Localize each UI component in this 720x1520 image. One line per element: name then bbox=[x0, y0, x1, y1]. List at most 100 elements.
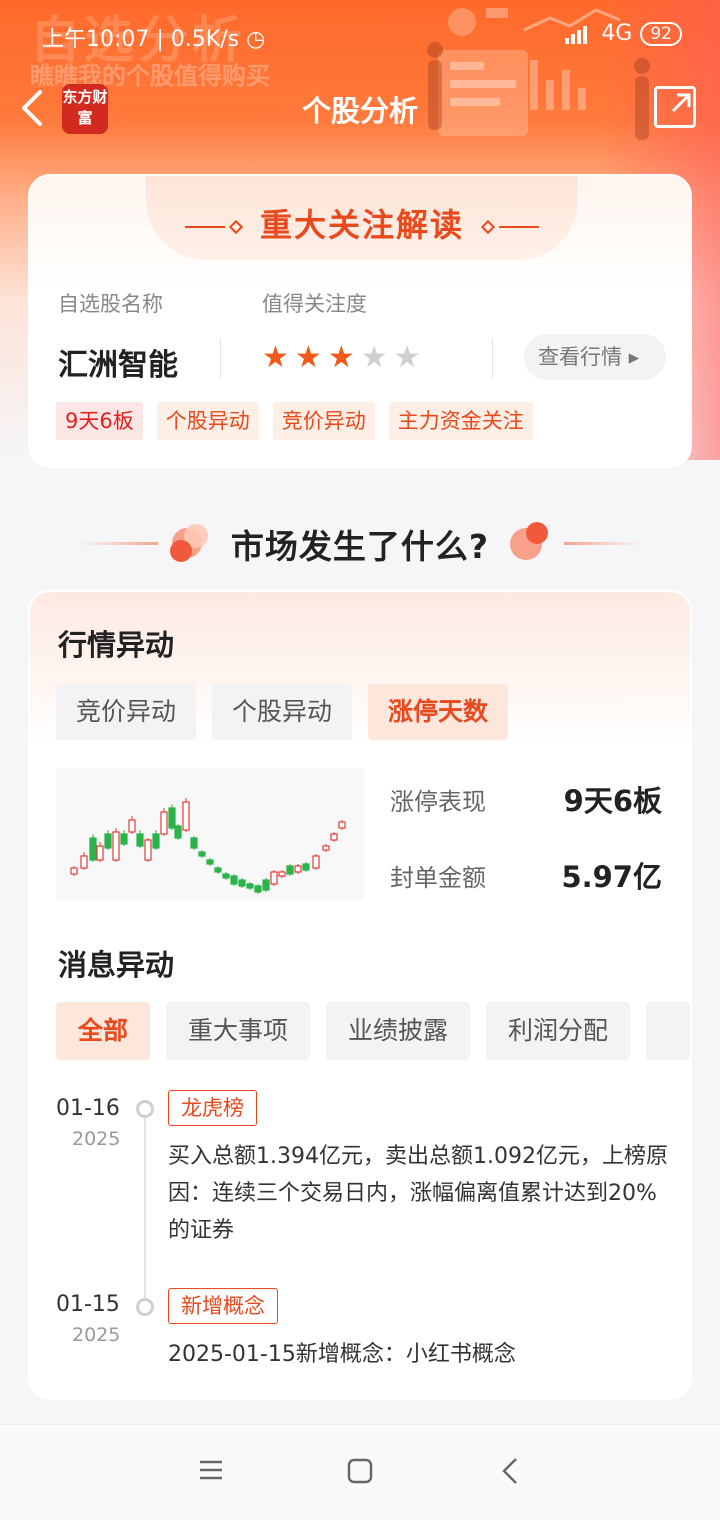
market-card: 行情异动 竞价异动 个股异动 涨停天数 涨停表现 9天6板 封单金额 5.97亿 消… bbox=[28, 590, 692, 1400]
focus-tags: 9天6板 个股异动 竞价异动 主力资金关注 bbox=[56, 402, 533, 440]
candle-body bbox=[182, 801, 190, 831]
menu-icon[interactable] bbox=[198, 1457, 224, 1483]
focus-title-wrap: 重大关注解读 bbox=[30, 200, 694, 246]
seal-label: 封单金额 bbox=[390, 864, 486, 892]
system-nav-bar bbox=[0, 1424, 720, 1520]
stock-name-label: 自选股名称 bbox=[58, 292, 163, 316]
heading-deco-line bbox=[564, 542, 642, 545]
candle-body bbox=[312, 855, 320, 869]
candle-body bbox=[330, 833, 338, 841]
timeline-dot bbox=[136, 1100, 154, 1118]
candle-body bbox=[278, 871, 286, 877]
candle-body bbox=[96, 845, 104, 861]
candle-body bbox=[322, 845, 330, 851]
focus-card: 重大关注解读 自选股名称 值得关注度 汇洲智能 ★ ★ ★ ★ ★ 查看行情 ▸ 9天6… bbox=[28, 174, 692, 468]
nav-bar: 东方财富 个股分析 bbox=[0, 78, 720, 142]
news-tab-3[interactable]: 利润分配 bbox=[486, 1002, 631, 1060]
share-icon bbox=[671, 93, 691, 113]
star-filled-icon: ★ bbox=[294, 340, 322, 375]
news-tab-1[interactable]: 重大事项 bbox=[166, 1002, 311, 1060]
section-heading: 市场发生了什么? bbox=[0, 514, 720, 574]
focus-tag[interactable]: 主力资金关注 bbox=[388, 402, 533, 440]
status-bar: 上午10:07 | 0.5K/s ◷ 4G 92 bbox=[0, 18, 720, 54]
candle-body bbox=[206, 859, 214, 865]
share-button[interactable] bbox=[654, 86, 696, 128]
status-right: 4G 92 bbox=[565, 21, 682, 46]
news-tag[interactable]: 新增概念 bbox=[168, 1288, 278, 1324]
candlestick-chart bbox=[56, 768, 364, 900]
page-title: 个股分析 bbox=[301, 94, 418, 128]
stock-name[interactable]: 汇洲智能 bbox=[58, 340, 178, 384]
candle-body bbox=[198, 851, 206, 857]
limit-value: 9天6板 bbox=[563, 784, 662, 818]
candle-body bbox=[174, 825, 182, 839]
market-tab-1[interactable]: 个股异动 bbox=[212, 684, 353, 740]
signal-icon bbox=[565, 25, 588, 44]
news-tab-0[interactable]: 全部 bbox=[56, 1002, 151, 1060]
candle-body bbox=[89, 837, 97, 861]
candle-body bbox=[222, 873, 230, 879]
news-date: 01-16 bbox=[56, 1096, 120, 1121]
title-deco-diamond bbox=[228, 219, 243, 235]
candle-body bbox=[104, 833, 112, 849]
candle-body bbox=[262, 879, 270, 891]
focus-tag[interactable]: 竞价异动 bbox=[272, 402, 375, 440]
candle-body bbox=[286, 865, 294, 875]
candle-body bbox=[294, 865, 302, 873]
back-nav-icon[interactable] bbox=[500, 1457, 520, 1485]
title-deco-line bbox=[184, 226, 225, 228]
news-tabs: 全部 重大事项 业绩披露 利润分配 bbox=[56, 1002, 692, 1060]
candle-body bbox=[230, 875, 238, 885]
battery-icon: 92 bbox=[640, 21, 682, 46]
attention-label: 值得关注度 bbox=[262, 292, 367, 316]
news-text[interactable]: 买入总额1.394亿元，卖出总额1.092亿元，上榜原因：连续三个交易日内，涨幅… bbox=[168, 1138, 668, 1249]
candle-body bbox=[246, 883, 254, 889]
limit-label: 涨停表现 bbox=[390, 788, 486, 816]
view-quote-button[interactable]: 查看行情 ▸ bbox=[524, 334, 666, 380]
home-icon[interactable] bbox=[346, 1457, 374, 1485]
candle-body bbox=[190, 837, 198, 849]
candle-body bbox=[144, 839, 152, 861]
news-date: 01-15 bbox=[56, 1292, 120, 1317]
divider bbox=[492, 338, 493, 378]
news-year: 2025 bbox=[72, 1128, 121, 1150]
focus-tag[interactable]: 个股异动 bbox=[156, 402, 259, 440]
attention-rating: ★ ★ ★ ★ ★ bbox=[262, 342, 421, 374]
market-tab-0[interactable]: 竞价异动 bbox=[56, 684, 197, 740]
market-title: 行情异动 bbox=[58, 628, 175, 662]
candle-body bbox=[270, 871, 278, 885]
candle-body bbox=[112, 831, 120, 861]
heading-deco-ball bbox=[526, 522, 548, 544]
candle-body bbox=[152, 833, 160, 849]
news-title: 消息异动 bbox=[58, 948, 175, 982]
seal-value: 5.97亿 bbox=[561, 860, 662, 894]
news-tab-2[interactable]: 业绩披露 bbox=[326, 1002, 471, 1060]
candle-body bbox=[238, 879, 246, 887]
network-type: 4G bbox=[601, 21, 633, 46]
market-tabs: 竞价异动 个股异动 涨停天数 bbox=[56, 684, 509, 740]
news-tab-overflow[interactable] bbox=[646, 1002, 691, 1060]
candle-body bbox=[302, 863, 310, 871]
timeline-line bbox=[144, 1104, 146, 1302]
focus-tag[interactable]: 9天6板 bbox=[56, 402, 143, 440]
star-empty-icon: ★ bbox=[393, 340, 421, 375]
market-tab-2[interactable]: 涨停天数 bbox=[368, 684, 509, 740]
news-year: 2025 bbox=[72, 1324, 121, 1346]
news-text[interactable]: 2025-01-15新增概念：小红书概念 bbox=[168, 1336, 668, 1373]
timeline-dot bbox=[136, 1298, 154, 1316]
focus-title: 重大关注解读 bbox=[259, 206, 464, 244]
candle-body bbox=[338, 821, 346, 829]
news-tag[interactable]: 龙虎榜 bbox=[168, 1090, 257, 1126]
candle-body bbox=[128, 819, 136, 833]
candle-body bbox=[168, 807, 176, 829]
star-empty-icon: ★ bbox=[360, 340, 388, 375]
star-filled-icon: ★ bbox=[262, 340, 289, 375]
star-filled-icon: ★ bbox=[327, 340, 355, 375]
status-time: 上午10:07 | 0.5K/s ◷ bbox=[42, 27, 266, 52]
candle-body bbox=[80, 855, 88, 869]
candle-body bbox=[120, 833, 128, 845]
title-deco-line bbox=[499, 226, 540, 228]
candle-body bbox=[214, 867, 222, 873]
divider bbox=[220, 338, 221, 378]
candle-body bbox=[160, 811, 168, 835]
